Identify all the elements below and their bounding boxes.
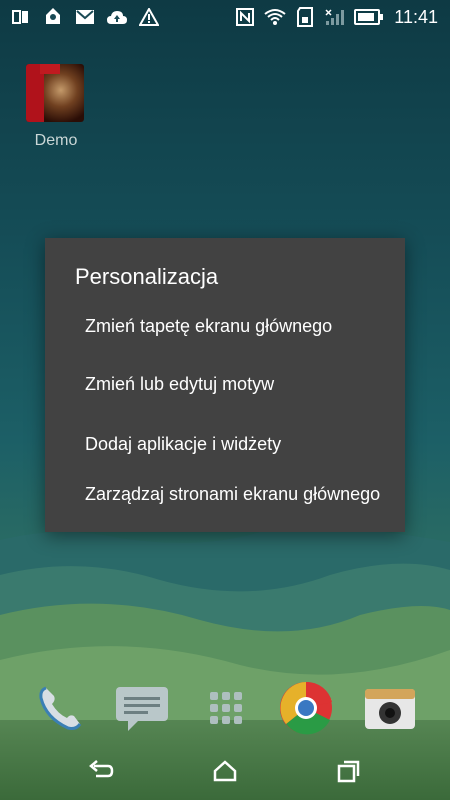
- warning-icon: [138, 6, 160, 28]
- screen-share-icon: [10, 6, 32, 28]
- camera-icon[interactable]: [362, 680, 418, 736]
- location-pin-icon: [42, 6, 64, 28]
- cloud-upload-icon: [106, 6, 128, 28]
- gmail-icon: [74, 6, 96, 28]
- menu-item-add-apps-widgets[interactable]: Dodaj aplikacje i widżety: [85, 432, 385, 456]
- chrome-icon[interactable]: [278, 680, 334, 736]
- phone-icon[interactable]: [32, 680, 88, 736]
- app-drawer-icon[interactable]: [198, 680, 254, 736]
- back-icon[interactable]: [86, 756, 116, 786]
- personalization-dialog: Personalizacja Zmień tapetę ekranu główn…: [45, 238, 405, 532]
- menu-item-change-wallpaper[interactable]: Zmień tapetę ekranu głównego: [85, 314, 385, 338]
- sd-card-icon: [294, 6, 316, 28]
- messages-icon[interactable]: [114, 680, 170, 736]
- app-shortcut-demo[interactable]: Demo: [26, 64, 86, 150]
- demo-app-icon: [26, 64, 84, 122]
- status-bar: 11:41: [0, 0, 450, 34]
- home-icon[interactable]: [210, 756, 240, 786]
- nfc-icon: [234, 6, 256, 28]
- menu-item-manage-pages[interactable]: Zarządzaj stronami ekranu głównego: [85, 482, 385, 506]
- dock: [0, 680, 450, 740]
- signal-icon: [324, 6, 346, 28]
- dialog-title: Personalizacja: [75, 264, 219, 289]
- menu-item-change-theme[interactable]: Zmień lub edytuj motyw: [85, 372, 385, 396]
- wifi-icon: [264, 6, 286, 28]
- status-time: 11:41: [394, 6, 438, 27]
- recents-icon[interactable]: [334, 756, 364, 786]
- navigation-bar: [0, 742, 450, 800]
- app-label: Demo: [34, 132, 78, 149]
- battery-icon: [354, 9, 384, 25]
